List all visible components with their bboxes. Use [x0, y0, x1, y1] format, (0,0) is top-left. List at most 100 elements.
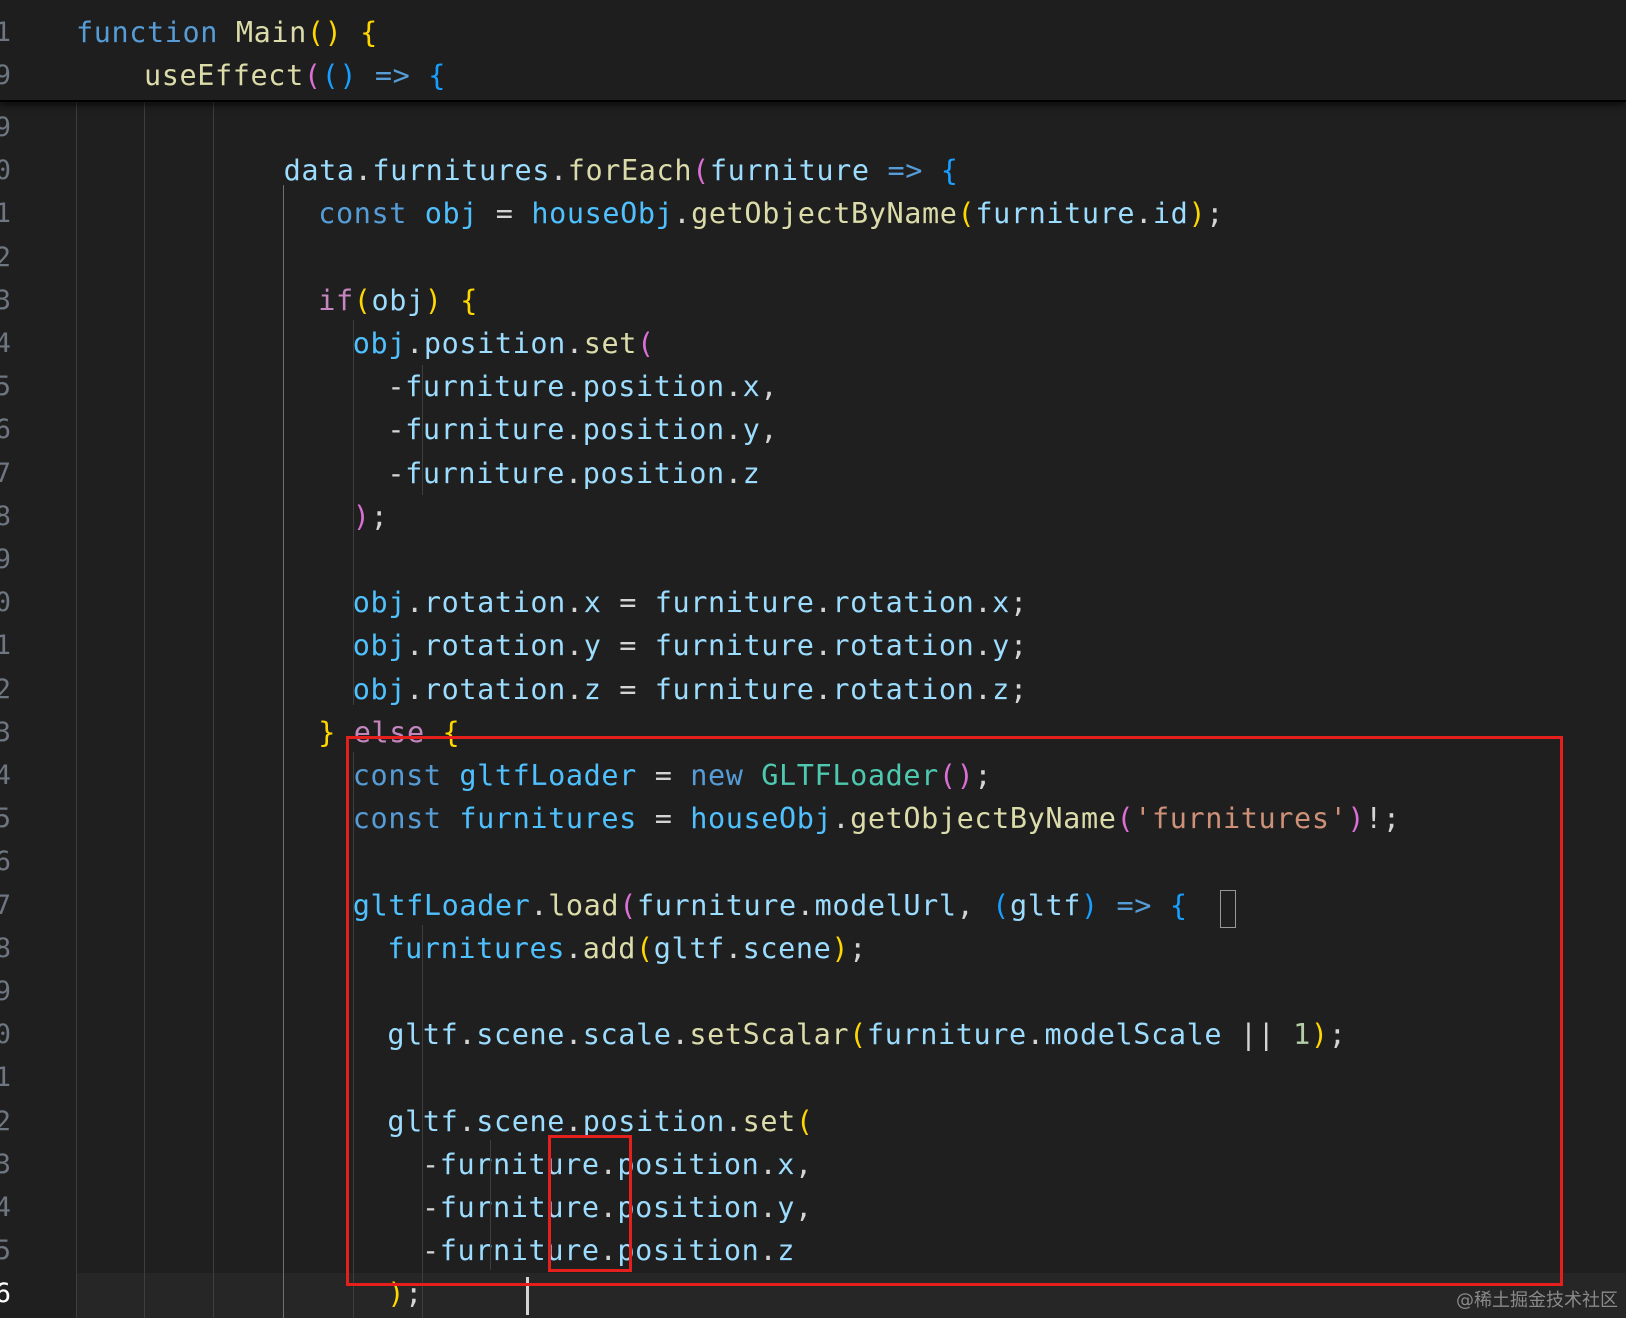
code-token: rotation [832, 672, 975, 706]
code-token: obj [352, 672, 407, 706]
code-token: () [321, 59, 358, 92]
code-token: ; [1009, 672, 1028, 706]
line-number: 1 [0, 17, 11, 48]
line-number: 9 [0, 112, 11, 143]
code-token: x [992, 586, 1010, 620]
code-token: z [742, 456, 761, 490]
code-line[interactable]: 8); [0, 496, 1626, 538]
code-token: y [583, 629, 602, 663]
sticky-line-useeffect[interactable]: 9 useEffect(() => { [0, 55, 1626, 97]
line-number: 2 [0, 241, 11, 273]
code-token: furniture [405, 456, 565, 490]
code-text[interactable]: -furniture.position.y, [387, 409, 778, 451]
code-token: . [814, 672, 833, 706]
code-line[interactable]: 6 -furniture.position.y, [0, 409, 1626, 451]
code-token: position [423, 327, 566, 360]
line-number: 3 [0, 284, 11, 316]
indent-guide [76, 100, 77, 1318]
line-number: 5 [0, 1235, 11, 1267]
code-token: furniture [654, 672, 815, 706]
code-token: x [742, 370, 761, 404]
line-number: 5 [0, 803, 11, 835]
code-line[interactable]: 2 [0, 237, 1626, 279]
code-token: getObjectByName [691, 197, 958, 231]
code-line[interactable]: 5 -furniture.position.x, [0, 366, 1626, 408]
code-token: furniture [405, 370, 565, 404]
line-number: 6 [0, 1278, 11, 1310]
code-token: } [318, 715, 336, 749]
code-token: y [992, 629, 1010, 663]
code-token: furniture [975, 197, 1136, 231]
code-line[interactable]: 3 if(obj) { [0, 280, 1626, 322]
code-token: z [992, 672, 1010, 706]
sticky-line-main[interactable]: 1 function Main() { [0, 12, 1626, 54]
code-token: position [582, 370, 725, 404]
code-text[interactable]: -furniture.position.z [387, 453, 760, 495]
indent-guide [144, 100, 145, 1318]
code-token: = [478, 197, 532, 231]
code-token: . [974, 672, 993, 706]
code-text[interactable]: -furniture.position.x, [387, 366, 778, 408]
code-token: ( [692, 154, 710, 188]
code-token: rotation [423, 586, 566, 620]
code-text[interactable]: const obj = houseObj.getObjectByName(fur… [318, 193, 1224, 235]
line-number: 6 [0, 846, 11, 878]
code-line[interactable]: 0 obj.rotation.x = furniture.rotation.x; [0, 582, 1626, 624]
code-token: - [387, 456, 406, 490]
code-token: . [814, 629, 833, 663]
code-token: rotation [423, 672, 566, 706]
code-token: furniture [654, 586, 815, 620]
code-token: obj [352, 629, 407, 663]
code-text[interactable]: if(obj) { [318, 280, 478, 322]
annotation-box-else-block [346, 736, 1563, 1286]
code-token: rotation [832, 586, 975, 620]
code-token: ; [1009, 586, 1028, 620]
code-text[interactable]: obj.rotation.x = furniture.rotation.x; [353, 582, 1028, 624]
code-token: . [724, 456, 743, 490]
code-line[interactable]: 2 obj.rotation.z = furniture.rotation.z; [0, 669, 1626, 711]
code-line[interactable]: 1 const obj = houseObj.getObjectByName(fu… [0, 193, 1626, 235]
code-text[interactable]: data.furnitures.forEach(furniture => { [284, 150, 959, 192]
code-token: ( [353, 283, 372, 317]
code-line[interactable]: 9 [0, 539, 1626, 581]
sticky-scroll-header[interactable]: 1 function Main() { 9 useEffect(() => { [0, 0, 1626, 102]
code-token: { [460, 283, 479, 317]
code-token: . [406, 672, 424, 706]
code-token: set [583, 327, 637, 360]
annotation-box-minus-sign [548, 1135, 632, 1272]
code-line[interactable]: 1 obj.rotation.y = furniture.rotation.y; [0, 625, 1626, 667]
indent-guide [353, 320, 354, 705]
code-text[interactable]: ); [353, 496, 389, 538]
line-number: 8 [0, 932, 11, 964]
code-token: . [1135, 197, 1153, 231]
code-token: position [582, 456, 725, 490]
code-line[interactable]: 0 data.furnitures.forEach(furniture => { [0, 150, 1626, 192]
code-token: . [565, 672, 584, 706]
line-number: 4 [0, 328, 11, 359]
indent-guide [422, 365, 423, 495]
code-token: furniture [654, 629, 815, 663]
code-token: z [583, 672, 602, 706]
code-token: { [940, 154, 959, 188]
code-text[interactable]: function Main() { [76, 12, 378, 54]
code-line[interactable]: 7 -furniture.position.z [0, 453, 1626, 495]
line-number: 7 [0, 457, 11, 489]
code-text[interactable]: obj.position.set( [353, 323, 655, 365]
code-line[interactable]: 4 obj.position.set( [0, 323, 1626, 365]
line-number: 2 [0, 673, 11, 705]
code-token: furniture [709, 154, 870, 188]
code-text[interactable]: obj.rotation.y = furniture.rotation.y; [353, 625, 1028, 667]
code-text[interactable]: obj.rotation.z = furniture.rotation.z; [353, 669, 1028, 711]
code-token: . [564, 370, 583, 404]
code-token: function [76, 16, 236, 49]
code-token: id [1152, 197, 1189, 231]
line-number: 4 [0, 760, 11, 791]
code-token: ) [352, 499, 371, 533]
code-line[interactable]: 9 [0, 107, 1626, 149]
code-text[interactable]: useEffect(() => { [144, 55, 446, 97]
code-token: ( [636, 327, 655, 360]
line-number: 5 [0, 371, 11, 403]
